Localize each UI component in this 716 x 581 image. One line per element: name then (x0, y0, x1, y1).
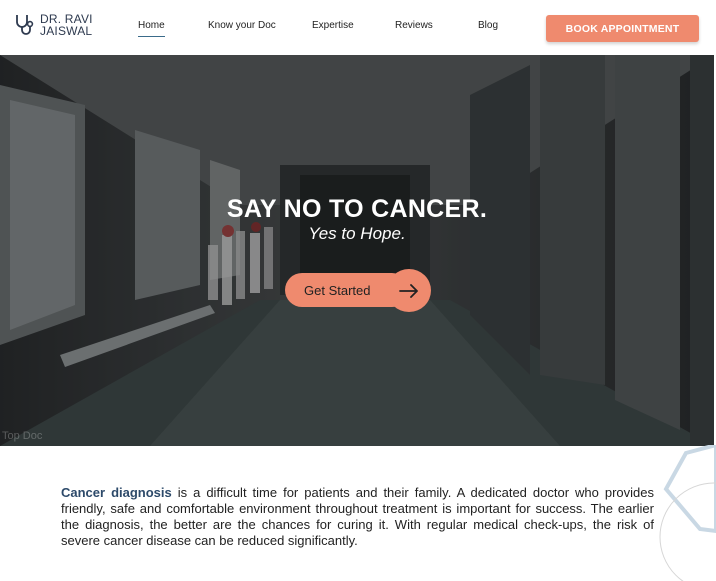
intro-highlight: Cancer diagnosis (61, 485, 172, 500)
brand-line-2: JAISWAL (40, 24, 93, 38)
hero-watermark: Top Doc (2, 430, 43, 442)
brand-logo[interactable]: DR. RAVI JAISWAL (14, 13, 93, 37)
book-appointment-button[interactable]: BOOK APPOINTMENT (546, 15, 699, 42)
brand-name: DR. RAVI JAISWAL (40, 13, 93, 37)
get-started-button[interactable]: Get Started (285, 269, 431, 312)
hero-overlay (0, 55, 714, 446)
intro-paragraph: Cancer diagnosis is a difficult time for… (61, 485, 654, 549)
arrow-right-icon[interactable] (387, 269, 431, 312)
stethoscope-icon (16, 15, 34, 35)
hero-subtitle: Yes to Hope. (308, 224, 406, 243)
nav-item-reviews[interactable]: Reviews (395, 20, 433, 31)
decorative-shapes (659, 445, 716, 581)
nav-item-know-your-doc[interactable]: Know your Doc (208, 20, 276, 31)
hero-section: SAY NO TO CANCER. Yes to Hope. Get Start… (0, 55, 714, 446)
hero-title: SAY NO TO CANCER. (226, 195, 488, 223)
site-header: DR. RAVI JAISWAL Home Know your Doc Expe… (0, 0, 716, 55)
nav-item-home[interactable]: Home (138, 20, 165, 37)
nav-item-blog[interactable]: Blog (478, 20, 498, 31)
nav-item-expertise[interactable]: Expertise (312, 20, 354, 31)
